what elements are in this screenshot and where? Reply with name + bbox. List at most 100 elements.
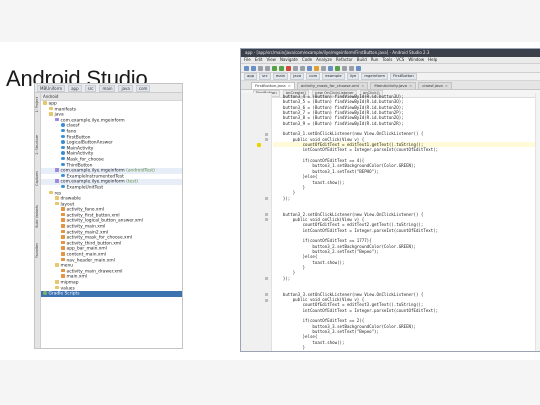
nav-crumb[interactable]: example: [322, 73, 345, 80]
fold-marker-icon[interactable]: [265, 138, 268, 141]
breadcrumb-item[interactable]: java: [118, 84, 133, 92]
toolbar-button-icon[interactable]: [335, 65, 340, 71]
folder-icon: [49, 106, 53, 111]
fold-marker-icon[interactable]: [265, 212, 268, 216]
fold-marker-icon[interactable]: [265, 132, 268, 136]
fold-marker-icon[interactable]: [265, 293, 268, 297]
editor-tab[interactable]: claesf.java ×: [418, 82, 453, 89]
menu-item[interactable]: Refactor: [336, 57, 353, 62]
fold-marker-icon[interactable]: [265, 298, 268, 302]
tree-item-label: app_bar_main.xml: [66, 246, 107, 252]
menu-item[interactable]: Build: [357, 57, 367, 62]
folder-icon: [49, 112, 53, 116]
toolbar-button-icon[interactable]: [286, 65, 291, 71]
ide-window: app - [app/src/main/java/com/example/ily…: [240, 48, 540, 352]
tree-item[interactable]: Gradle Scripts: [41, 291, 182, 297]
close-icon[interactable]: ×: [445, 83, 448, 88]
folder-icon: [55, 196, 59, 200]
xml-icon: [61, 218, 65, 222]
toolbar-button-icon[interactable]: [342, 65, 347, 71]
cls-icon: [61, 134, 65, 139]
toolbar-button-icon[interactable]: [314, 65, 319, 71]
editor-tab[interactable]: activity_mask_for_choose.xml ×: [296, 82, 369, 89]
project-view-selector[interactable]: Android: [41, 93, 182, 101]
editor-tab-label: activity_mask_for_choose.xml: [300, 83, 360, 88]
tree-item-label: LogicalButtonAnswer: [66, 140, 113, 146]
nav-crumb[interactable]: main: [272, 73, 289, 80]
menu-item[interactable]: Code: [302, 57, 312, 62]
menu-item[interactable]: Window: [408, 57, 424, 62]
nav-crumb[interactable]: java: [290, 73, 305, 80]
menu-item[interactable]: VCS: [396, 57, 404, 62]
side-tab[interactable]: 2: Structure: [35, 135, 40, 155]
nav-crumb[interactable]: src: [259, 73, 271, 80]
nav-crumb[interactable]: com: [306, 73, 321, 80]
fold-marker-icon[interactable]: [265, 277, 268, 281]
nav-crumb[interactable]: FirstButton: [390, 73, 417, 80]
warning-icon[interactable]: [257, 142, 261, 147]
nav-crumb[interactable]: ilye: [346, 73, 360, 80]
tree-item-label: drawable: [60, 196, 81, 202]
toolbar-button-icon[interactable]: [279, 65, 284, 71]
folder-icon: [43, 101, 47, 105]
cls-icon: [61, 128, 65, 133]
tree-item-label: java: [54, 112, 64, 118]
toolbar-button-icon[interactable]: [349, 65, 354, 71]
nav-crumb[interactable]: app: [244, 73, 258, 80]
side-tab[interactable]: Captures: [35, 171, 40, 186]
side-tab[interactable]: 1: Project: [35, 97, 40, 113]
tree-item-label: fano: [66, 129, 77, 135]
code-editor[interactable]: button3_4 = (Button) findViewById(R.id.b…: [241, 93, 540, 351]
tree-item-label: activity_mask_for_choose.xml: [66, 235, 133, 241]
menu-item[interactable]: Help: [428, 57, 437, 62]
menu-item[interactable]: Tools: [382, 57, 392, 62]
folder-icon: [55, 280, 59, 284]
tree-item-suffix: (test): [124, 179, 138, 185]
side-tab[interactable]: Favorites: [35, 243, 40, 258]
menu-item[interactable]: Run: [371, 57, 379, 62]
menu-item[interactable]: View: [266, 57, 276, 62]
cls-icon: [61, 184, 65, 189]
nav-crumb[interactable]: mgeinform: [361, 73, 389, 80]
editor-tab[interactable]: MainActivity.java ×: [370, 82, 417, 89]
menu-item[interactable]: Navigate: [280, 57, 298, 62]
close-icon[interactable]: ×: [361, 83, 364, 88]
toolbar-button-icon[interactable]: [265, 65, 270, 71]
menu-item[interactable]: File: [244, 57, 251, 62]
window-title: app - [app/src/main/java/com/example/ily…: [241, 49, 540, 57]
breadcrumb-item[interactable]: main: [99, 84, 116, 92]
tree-item-suffix: (androidTest): [124, 168, 155, 174]
xml-icon: [61, 224, 65, 228]
fold-marker-icon[interactable]: [265, 218, 268, 222]
breadcrumb-item[interactable]: com: [135, 84, 151, 92]
menu-item[interactable]: Edit: [255, 57, 263, 62]
tree-item-label: MainActivity: [66, 146, 94, 151]
toolbar-button-icon[interactable]: [300, 65, 305, 71]
toolbar-button-icon[interactable]: [356, 65, 361, 71]
menu-item[interactable]: Analyze: [316, 57, 332, 62]
side-tab[interactable]: Build Variants: [35, 205, 40, 228]
toolbar-button-icon[interactable]: [258, 65, 263, 71]
breadcrumb-item[interactable]: app: [68, 84, 82, 92]
editor-tab[interactable]: FirstButton.java ×: [251, 82, 295, 89]
tree-item-label: com.example.ilye.mgeinform: [60, 179, 125, 185]
toolbar-button-icon[interactable]: [293, 65, 298, 71]
breadcrumb-item[interactable]: MBUniform: [37, 84, 66, 92]
editor-tab-label: MainActivity.java: [374, 83, 407, 88]
tree-item-label: com.example.ilye.mgeinform: [60, 118, 125, 124]
cls-icon: [61, 173, 65, 178]
toolbar-button-icon[interactable]: [321, 65, 326, 71]
toolbar-button-icon[interactable]: [307, 65, 312, 71]
toolbar-button-icon[interactable]: [272, 65, 277, 71]
fold-marker-icon[interactable]: [265, 196, 268, 200]
project-breadcrumb: MBUniform app src main java com: [35, 84, 182, 93]
toolbar-button-icon[interactable]: [244, 65, 249, 71]
editor-scrollbar[interactable]: [535, 93, 540, 351]
close-icon[interactable]: ×: [409, 83, 412, 88]
close-icon[interactable]: ×: [288, 83, 291, 88]
toolbar-button-icon[interactable]: [328, 65, 333, 71]
code-area[interactable]: button3_4 = (Button) findViewById(R.id.b…: [273, 94, 540, 351]
tree-item-label: activity_logical_button_answer.xml: [66, 218, 143, 224]
toolbar-button-icon[interactable]: [251, 65, 256, 71]
breadcrumb-item[interactable]: src: [84, 84, 97, 92]
